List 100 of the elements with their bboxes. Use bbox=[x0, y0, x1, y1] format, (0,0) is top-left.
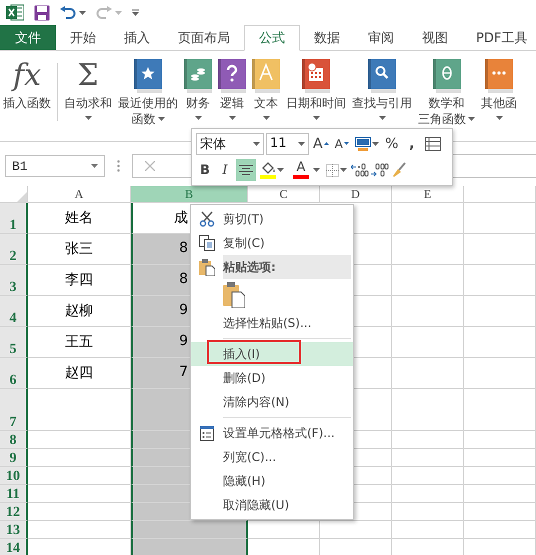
grow-font-button[interactable]: A bbox=[311, 132, 331, 155]
table-cell bbox=[392, 431, 464, 449]
customize-icon[interactable] bbox=[132, 8, 139, 16]
comma-button[interactable]: , bbox=[402, 132, 421, 155]
ribbon-button[interactable]: 其他函 bbox=[478, 57, 520, 125]
row-header[interactable]: 4 bbox=[0, 296, 28, 327]
center-align-icon bbox=[239, 165, 253, 176]
column-header[interactable]: B bbox=[131, 186, 248, 203]
paintbrush-icon[interactable] bbox=[391, 162, 407, 178]
table-cell bbox=[392, 503, 464, 521]
table-cell bbox=[320, 521, 392, 539]
save-icon[interactable] bbox=[34, 4, 50, 20]
table-cell bbox=[392, 265, 464, 296]
column-header[interactable]: D bbox=[320, 186, 392, 203]
ribbon-button[interactable]: 逻辑 bbox=[215, 57, 249, 125]
caret-icon bbox=[79, 10, 86, 14]
percent-button[interactable]: % bbox=[382, 132, 401, 155]
scissors-icon bbox=[199, 211, 215, 227]
row-header[interactable]: 9 bbox=[0, 449, 28, 467]
font-color-button[interactable]: A bbox=[288, 159, 322, 182]
row-header[interactable]: 3 bbox=[0, 265, 28, 296]
menu-item[interactable]: 隐藏(H) bbox=[191, 469, 353, 493]
drag-handle-icon bbox=[117, 160, 120, 172]
table-cell bbox=[464, 234, 536, 265]
menu-item[interactable]: 设置单元格格式(F)... bbox=[191, 421, 353, 445]
table-cell bbox=[392, 234, 464, 265]
table-style-icon bbox=[354, 136, 371, 151]
caret-icon bbox=[115, 10, 122, 14]
caret-icon bbox=[298, 142, 305, 146]
caret-icon bbox=[277, 168, 284, 172]
table-cell bbox=[464, 485, 536, 503]
ribbon-button[interactable]: fx 插入函数 bbox=[0, 57, 54, 111]
caret-icon bbox=[313, 168, 320, 172]
borders-icon bbox=[326, 164, 339, 177]
menu-item[interactable]: 列宽(C)... bbox=[191, 445, 353, 469]
row-header[interactable]: 10 bbox=[0, 467, 28, 485]
ribbon-button[interactable]: 查找与引用 bbox=[349, 57, 415, 125]
caret-icon bbox=[372, 142, 379, 146]
ribbon-button[interactable]: 数学和 三角函数 bbox=[415, 57, 478, 127]
paint-bucket-icon bbox=[260, 161, 276, 180]
table-cell bbox=[392, 467, 464, 485]
row-header[interactable]: 14 bbox=[0, 539, 28, 555]
font-dropdown[interactable]: 宋体 bbox=[196, 132, 264, 155]
menu-item[interactable]: 插入(I) bbox=[191, 342, 353, 366]
table-cell bbox=[464, 327, 536, 358]
caret-icon bbox=[253, 142, 260, 146]
table-cell bbox=[464, 358, 536, 389]
paste-option-icon[interactable] bbox=[223, 282, 245, 308]
table-cell bbox=[392, 327, 464, 358]
undo-icon[interactable] bbox=[60, 6, 76, 20]
row-header[interactable]: 2 bbox=[0, 234, 28, 265]
caret-icon bbox=[91, 164, 98, 168]
center-align-button[interactable] bbox=[236, 159, 256, 182]
font-size-dropdown[interactable]: 11 bbox=[266, 132, 309, 155]
name-box[interactable]: B1 bbox=[5, 155, 105, 177]
table-cell bbox=[392, 358, 464, 389]
ribbon-button[interactable]: Σ 自动求和 bbox=[61, 57, 115, 125]
table-cell bbox=[392, 485, 464, 503]
italic-button[interactable]: I bbox=[216, 159, 234, 182]
column-header[interactable]: C bbox=[248, 186, 320, 203]
row-header[interactable]: 12 bbox=[0, 503, 28, 521]
table-cell bbox=[464, 296, 536, 327]
ribbon-button[interactable]: 文本 bbox=[249, 57, 283, 125]
copy-icon bbox=[199, 235, 215, 251]
table-cell bbox=[464, 449, 536, 467]
menu-item[interactable]: 清除内容(N) bbox=[191, 390, 353, 414]
ribbon-tab[interactable]: 公式 bbox=[244, 25, 300, 51]
row-header[interactable]: 6 bbox=[0, 358, 28, 389]
table-cell bbox=[392, 449, 464, 467]
table-cell bbox=[392, 389, 464, 431]
ribbon-button[interactable]: 日期和时间 bbox=[283, 57, 349, 125]
bold-button[interactable]: B bbox=[196, 159, 214, 182]
shrink-font-button[interactable]: A bbox=[332, 132, 351, 155]
menu-section-header: 粘贴选项: bbox=[223, 255, 351, 279]
file-tab[interactable]: 文件 bbox=[0, 25, 56, 50]
up-arrow-icon bbox=[324, 142, 329, 146]
table-cell bbox=[464, 467, 536, 485]
table-cell bbox=[392, 296, 464, 327]
row-header[interactable]: 13 bbox=[0, 521, 28, 539]
row-header[interactable]: 11 bbox=[0, 485, 28, 503]
row-header[interactable]: 1 bbox=[0, 203, 28, 234]
table-cell bbox=[248, 521, 320, 539]
format-cells-icon bbox=[200, 426, 214, 440]
caret-icon bbox=[340, 168, 347, 172]
ribbon-button[interactable]: 财务 bbox=[181, 57, 215, 125]
column-header[interactable]: A bbox=[28, 186, 131, 203]
table-icon bbox=[424, 136, 441, 151]
table-cell bbox=[392, 521, 464, 539]
spreadsheet-app-icon bbox=[6, 4, 24, 21]
table-cell bbox=[464, 203, 536, 234]
table-cell bbox=[464, 503, 536, 521]
row-header[interactable]: 8 bbox=[0, 431, 28, 449]
decrease-decimal-icon[interactable] bbox=[371, 163, 389, 178]
clipboard-icon bbox=[199, 258, 215, 276]
increase-decimal-icon[interactable] bbox=[351, 163, 369, 178]
ribbon-button[interactable]: 最近使用的 函数 bbox=[115, 57, 181, 127]
table-cell bbox=[464, 431, 536, 449]
row-header[interactable]: 7 bbox=[0, 389, 28, 431]
row-header[interactable]: 5 bbox=[0, 327, 28, 358]
column-header[interactable]: E bbox=[392, 186, 464, 203]
